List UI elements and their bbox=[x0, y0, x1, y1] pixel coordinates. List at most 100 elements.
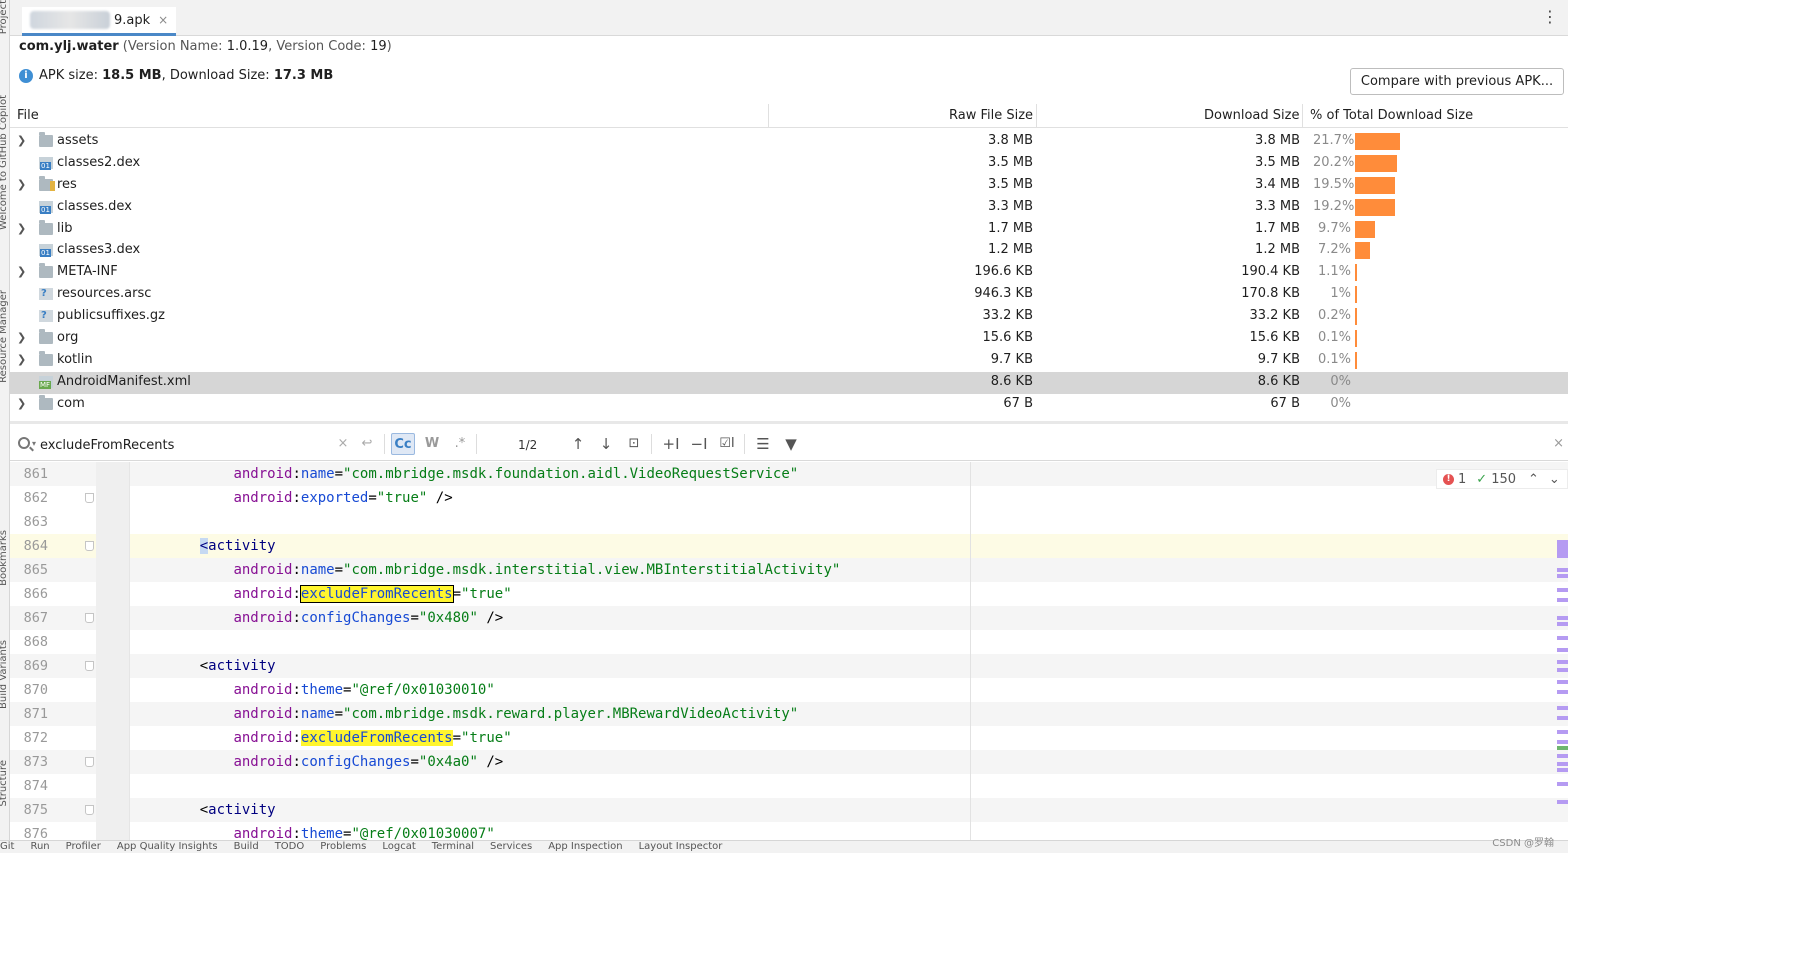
code-line[interactable]: 862 android:exported="true" /> bbox=[10, 486, 1568, 510]
line-number[interactable]: 871 bbox=[10, 702, 48, 726]
line-number[interactable]: 861 bbox=[10, 462, 48, 486]
multiline-icon[interactable]: ↩ bbox=[356, 433, 378, 455]
chevron-right-icon[interactable]: ❯ bbox=[17, 134, 26, 147]
code-line[interactable]: 874 bbox=[10, 774, 1568, 798]
search-history-icon[interactable]: ▾ bbox=[32, 439, 36, 448]
whole-words-toggle[interactable]: W bbox=[422, 433, 442, 455]
chevron-right-icon[interactable]: ❯ bbox=[17, 397, 26, 410]
code-line[interactable]: 875 <activity bbox=[10, 798, 1568, 822]
column-divider[interactable] bbox=[1302, 104, 1303, 128]
code-line[interactable]: 863 bbox=[10, 510, 1568, 534]
table-row[interactable]: ❯ org 15.6 KB 15.6 KB 0.1% bbox=[10, 328, 1568, 350]
line-number[interactable]: 873 bbox=[10, 750, 48, 774]
line-number[interactable]: 862 bbox=[10, 486, 48, 510]
bottom-tool-problems[interactable]: Problems bbox=[320, 841, 366, 852]
code-line[interactable]: 861 android:name="com.mbridge.msdk.found… bbox=[10, 462, 1568, 486]
column-percent[interactable]: % of Total Download Size bbox=[1310, 108, 1473, 123]
table-row[interactable]: AndroidManifest.xml 8.6 KB 8.6 KB 0% bbox=[10, 371, 1568, 394]
bottom-tool-run[interactable]: Run bbox=[30, 841, 49, 852]
chevron-right-icon[interactable]: ❯ bbox=[17, 222, 26, 235]
clear-search-icon[interactable]: × bbox=[332, 433, 354, 455]
tool-window-bookmarks[interactable]: Bookmarks bbox=[0, 530, 9, 586]
code-line[interactable]: 872 android:excludeFromRecents="true" bbox=[10, 726, 1568, 750]
select-all-icon[interactable]: ☑Ι bbox=[716, 433, 738, 455]
search-match-marker[interactable] bbox=[1557, 588, 1568, 592]
line-number[interactable]: 864 bbox=[10, 534, 48, 558]
column-raw-size[interactable]: Raw File Size bbox=[949, 108, 1033, 123]
line-number[interactable]: 872 bbox=[10, 726, 48, 750]
more-options-icon[interactable]: ⋮ bbox=[1542, 9, 1558, 25]
table-row[interactable]: ❯ assets 3.8 MB 3.8 MB 21.7% bbox=[10, 131, 1568, 153]
search-match-marker[interactable] bbox=[1557, 660, 1568, 664]
fold-marker-icon[interactable] bbox=[85, 493, 94, 503]
line-number[interactable]: 867 bbox=[10, 606, 48, 630]
code-line[interactable]: 876 android:theme="@ref/0x01030007" bbox=[10, 822, 1568, 840]
table-row[interactable]: ❯ com 67 B 67 B 0% bbox=[10, 394, 1568, 416]
search-match-marker[interactable] bbox=[1557, 568, 1568, 572]
tool-window-welcome-to-github-copilot[interactable]: Welcome to GitHub Copilot bbox=[0, 95, 9, 230]
filter-options-icon[interactable]: ☰ bbox=[752, 433, 774, 455]
remove-occurrence-icon[interactable]: −Ι bbox=[688, 433, 710, 455]
bottom-tool-build[interactable]: Build bbox=[234, 841, 259, 852]
scrollbar-markers[interactable] bbox=[1557, 540, 1568, 840]
regex-toggle[interactable]: .* bbox=[450, 433, 470, 455]
chevron-right-icon[interactable]: ❯ bbox=[17, 265, 26, 278]
search-input[interactable] bbox=[40, 434, 340, 456]
column-download-size[interactable]: Download Size bbox=[1204, 108, 1299, 123]
search-match-marker[interactable] bbox=[1557, 746, 1568, 750]
bottom-tool-profiler[interactable]: Profiler bbox=[66, 841, 101, 852]
search-match-marker[interactable] bbox=[1557, 716, 1568, 720]
code-line[interactable]: 865 android:name="com.mbridge.msdk.inter… bbox=[10, 558, 1568, 582]
search-match-marker[interactable] bbox=[1557, 668, 1568, 672]
search-icon[interactable] bbox=[18, 437, 30, 449]
table-row[interactable]: ❯ META-INF 196.6 KB 190.4 KB 1.1% bbox=[10, 262, 1568, 284]
bottom-tool-app-inspection[interactable]: App Inspection bbox=[548, 841, 622, 852]
previous-match-icon[interactable]: ↑ bbox=[567, 433, 589, 455]
tool-window-structure[interactable]: Structure bbox=[0, 760, 9, 807]
code-line[interactable]: 871 android:name="com.mbridge.msdk.rewar… bbox=[10, 702, 1568, 726]
line-number[interactable]: 863 bbox=[10, 510, 48, 534]
code-line[interactable]: 870 android:theme="@ref/0x01030010" bbox=[10, 678, 1568, 702]
match-case-toggle[interactable]: Cc bbox=[391, 433, 415, 455]
search-match-marker[interactable] bbox=[1557, 768, 1568, 772]
table-row[interactable]: ❯ res 3.5 MB 3.4 MB 19.5% bbox=[10, 175, 1568, 197]
code-line[interactable]: 873 android:configChanges="0x4a0" /> bbox=[10, 750, 1568, 774]
line-number[interactable]: 874 bbox=[10, 774, 48, 798]
search-match-marker[interactable] bbox=[1557, 552, 1568, 556]
table-row[interactable]: ❯ kotlin 9.7 KB 9.7 KB 0.1% bbox=[10, 350, 1568, 372]
column-divider[interactable] bbox=[1036, 104, 1037, 128]
table-row[interactable]: publicsuffixes.gz 33.2 KB 33.2 KB 0.2% bbox=[10, 306, 1568, 328]
tool-window-project[interactable]: Project bbox=[0, 0, 9, 34]
search-match-marker[interactable] bbox=[1557, 574, 1568, 578]
tool-window-build-variants[interactable]: Build Variants bbox=[0, 640, 9, 709]
search-match-marker[interactable] bbox=[1557, 648, 1568, 652]
next-match-icon[interactable]: ↓ bbox=[595, 433, 617, 455]
bottom-tool-logcat[interactable]: Logcat bbox=[382, 841, 415, 852]
line-number[interactable]: 870 bbox=[10, 678, 48, 702]
search-match-marker[interactable] bbox=[1557, 706, 1568, 710]
chevron-up-icon[interactable]: ⌃ bbox=[1528, 472, 1539, 487]
line-number[interactable]: 876 bbox=[10, 822, 48, 840]
search-match-marker[interactable] bbox=[1557, 616, 1568, 620]
search-match-marker[interactable] bbox=[1557, 598, 1568, 602]
table-row[interactable]: resources.arsc 946.3 KB 170.8 KB 1% bbox=[10, 284, 1568, 306]
bottom-tool-services[interactable]: Services bbox=[490, 841, 532, 852]
search-match-marker[interactable] bbox=[1557, 782, 1568, 786]
fold-marker-icon[interactable] bbox=[85, 541, 94, 551]
chevron-right-icon[interactable]: ❯ bbox=[17, 178, 26, 191]
filter-icon[interactable]: ▼ bbox=[780, 433, 802, 455]
chevron-right-icon[interactable]: ❯ bbox=[17, 353, 26, 366]
table-row[interactable]: classes.dex 3.3 MB 3.3 MB 19.2% bbox=[10, 197, 1568, 219]
fold-marker-icon[interactable] bbox=[85, 661, 94, 671]
chevron-down-icon[interactable]: ⌄ bbox=[1549, 472, 1560, 487]
chevron-right-icon[interactable]: ❯ bbox=[17, 331, 26, 344]
code-line[interactable]: 866 android:excludeFromRecents="true" bbox=[10, 582, 1568, 606]
search-match-marker[interactable] bbox=[1557, 762, 1568, 766]
add-occurrence-icon[interactable]: +Ι bbox=[660, 433, 682, 455]
bottom-tool-git[interactable]: Git bbox=[0, 841, 14, 852]
fold-marker-icon[interactable] bbox=[85, 805, 94, 815]
code-line[interactable]: 864 <activity bbox=[10, 534, 1568, 558]
bottom-tool-layout-inspector[interactable]: Layout Inspector bbox=[639, 841, 723, 852]
tool-window-resource-manager[interactable]: Resource Manager bbox=[0, 290, 9, 383]
table-row[interactable]: classes3.dex 1.2 MB 1.2 MB 7.2% bbox=[10, 240, 1568, 262]
